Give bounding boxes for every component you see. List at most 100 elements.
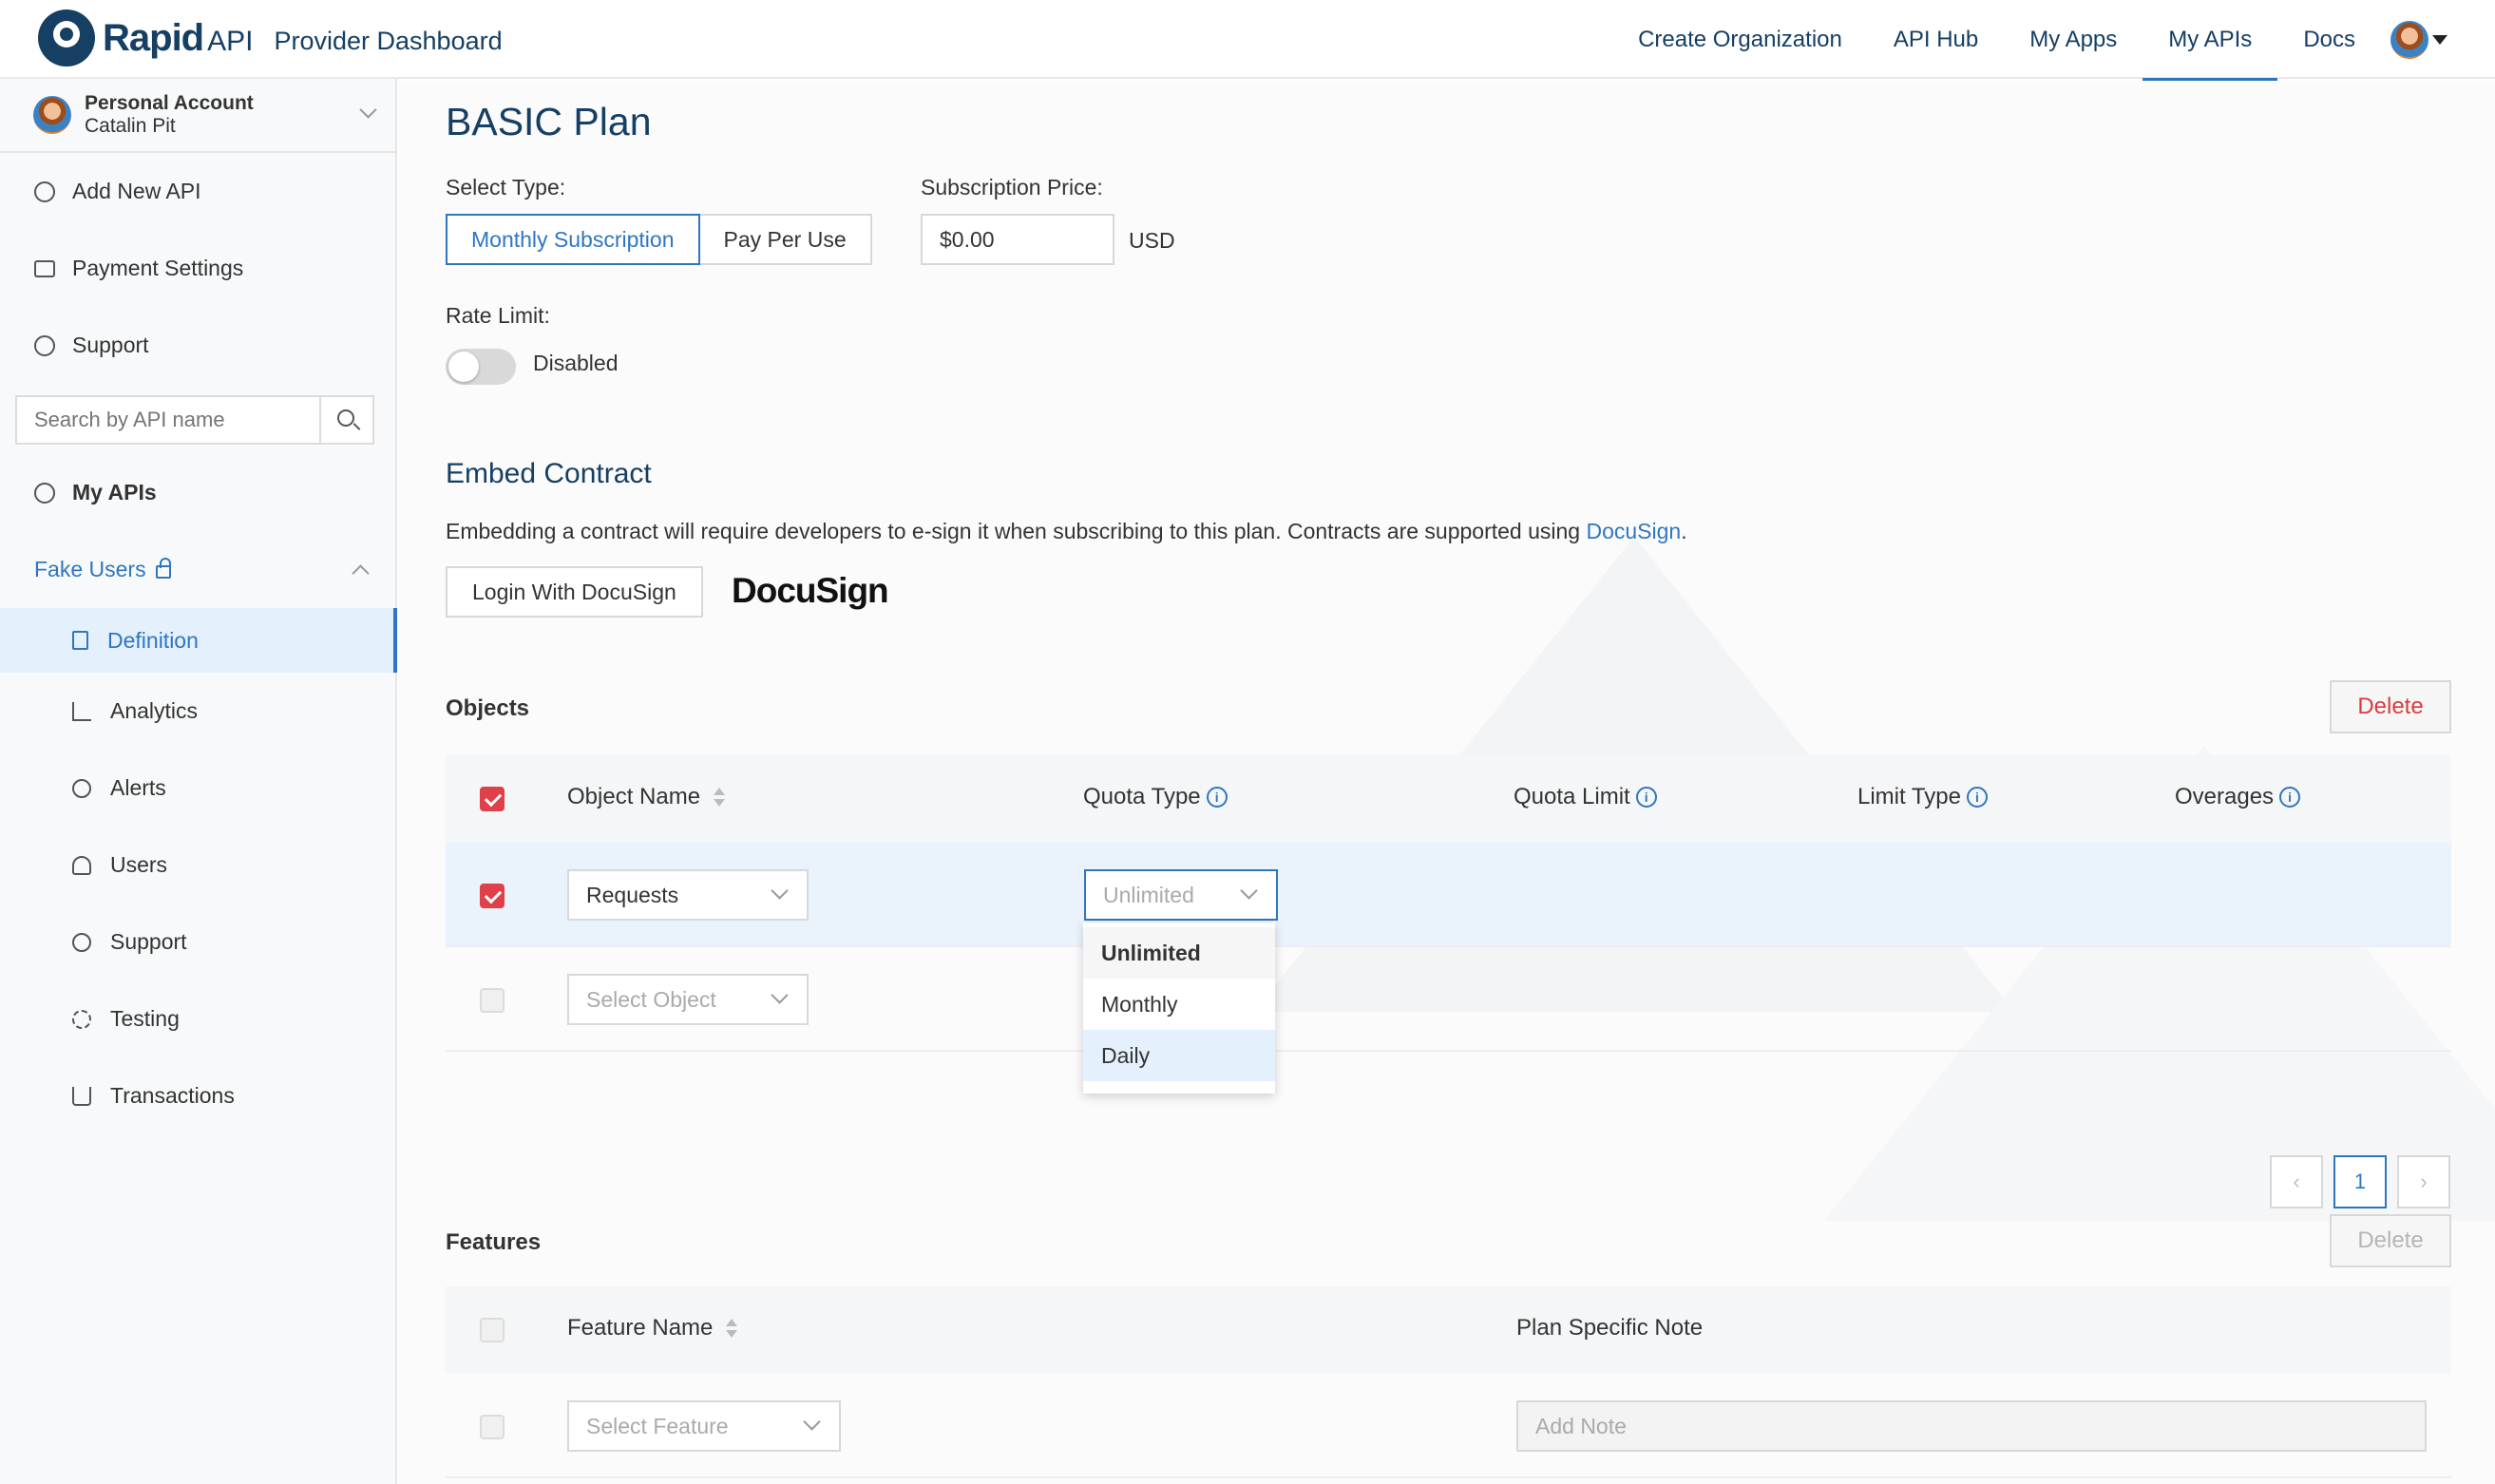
row-checkbox[interactable]	[480, 1415, 505, 1439]
col-quota-type: Quota Type i	[1083, 784, 1228, 810]
info-icon[interactable]: i	[1206, 787, 1228, 808]
col-limit-type: Limit Type i	[1857, 784, 1988, 810]
option-daily[interactable]: Daily	[1083, 1030, 1275, 1081]
plan-note-input[interactable]: Add Note	[1516, 1400, 2427, 1452]
account-switcher[interactable]: Personal Account Catalin Pit	[0, 79, 395, 153]
document-icon	[72, 631, 88, 650]
pay-per-use-button[interactable]: Pay Per Use	[699, 214, 872, 265]
sidebar-item-fake-users[interactable]: Fake Users	[0, 531, 395, 608]
option-monthly[interactable]: Monthly	[1083, 979, 1275, 1030]
features-title: Features	[446, 1229, 542, 1255]
chevron-down-icon	[771, 882, 789, 900]
embed-contract-title: Embed Contract	[446, 458, 652, 489]
objects-table-header: Object Name Quota Type i Quota Limit i Lim…	[446, 755, 2451, 843]
objects-delete-button[interactable]: Delete	[2330, 680, 2451, 733]
search-icon[interactable]	[319, 397, 372, 443]
price-label: Subscription Price:	[921, 175, 1103, 200]
nav-create-organization[interactable]: Create Organization	[1612, 0, 1868, 79]
docusign-link[interactable]: DocuSign	[1586, 519, 1681, 543]
table-row: Select Object	[446, 947, 2451, 1052]
page-title: BASIC Plan	[446, 100, 652, 143]
chevron-down-icon	[771, 986, 789, 1004]
col-quota-limit: Quota Limit i	[1514, 784, 1657, 810]
clock-icon	[72, 778, 91, 798]
select-all-checkbox[interactable]	[480, 787, 505, 811]
rapidapi-logo[interactable]: Rapid API Provider Dashboard	[38, 10, 503, 67]
nav-docs[interactable]: Docs	[2277, 0, 2381, 79]
top-nav: Create Organization API Hub My Apps My A…	[1612, 0, 2495, 81]
user-avatar[interactable]	[2390, 20, 2428, 59]
top-header: Rapid API Provider Dashboard Create Orga…	[0, 0, 2495, 81]
col-overages: Overages i	[2175, 784, 2301, 810]
features-table-header: Feature Name Plan Specific Note	[446, 1286, 2451, 1374]
object-select[interactable]: Select Object	[567, 974, 809, 1025]
features-delete-button[interactable]: Delete	[2330, 1214, 2451, 1267]
sidebar-item-support[interactable]: Support	[0, 307, 395, 384]
objects-table: Object Name Quota Type i Quota Limit i Lim…	[446, 755, 2451, 1052]
docusign-logo: DocuSign	[732, 571, 889, 610]
sort-icon[interactable]	[714, 786, 726, 809]
compass-icon	[34, 334, 55, 356]
sidebar-item-payment-settings[interactable]: Payment Settings	[0, 230, 395, 307]
col-object-name[interactable]: Object Name	[567, 784, 726, 810]
objects-title: Objects	[446, 695, 530, 721]
select-all-checkbox[interactable]	[480, 1318, 505, 1342]
table-row: Select Feature Add Note	[446, 1374, 2451, 1478]
info-icon[interactable]: i	[1635, 787, 1657, 808]
sidebar-item-analytics[interactable]: Analytics	[0, 673, 395, 750]
chevron-down-icon	[803, 1413, 821, 1431]
sidebar-item-support-sub[interactable]: Support	[0, 904, 395, 980]
price-input[interactable]: $0.00	[921, 214, 1114, 265]
plus-circle-icon	[34, 181, 55, 202]
logo-text: Rapid	[103, 16, 204, 59]
object-select[interactable]: Requests	[567, 869, 809, 921]
api-name: Fake Users	[34, 557, 146, 581]
row-checkbox[interactable]	[480, 884, 505, 908]
nav-api-hub[interactable]: API Hub	[1868, 0, 2004, 79]
chevron-up-icon[interactable]	[352, 564, 370, 582]
sidebar-item-alerts[interactable]: Alerts	[0, 750, 395, 827]
sidebar-item-users[interactable]: Users	[0, 827, 395, 904]
feature-select[interactable]: Select Feature	[567, 1400, 841, 1452]
rate-limit-toggle[interactable]	[446, 349, 516, 385]
octopus-logo-icon	[38, 10, 95, 67]
contract-description: Embedding a contract will require develo…	[446, 519, 1687, 543]
col-plan-specific-note: Plan Specific Note	[1516, 1315, 1704, 1341]
caret-down-icon[interactable]	[2432, 34, 2447, 45]
dashboard-title: Provider Dashboard	[274, 26, 503, 55]
select-type-label: Select Type:	[446, 175, 566, 200]
prev-page-button[interactable]: ‹	[2270, 1155, 2323, 1208]
monthly-subscription-button[interactable]: Monthly Subscription	[446, 214, 700, 265]
sidebar-item-my-apis[interactable]: My APIs	[0, 454, 395, 531]
nav-my-apis[interactable]: My APIs	[2143, 0, 2278, 81]
api-search	[15, 395, 374, 445]
page-button[interactable]: 1	[2333, 1155, 2387, 1208]
sidebar-item-definition[interactable]: Definition	[0, 608, 397, 673]
option-unlimited[interactable]: Unlimited	[1083, 927, 1275, 979]
logo-api-text: API	[207, 26, 254, 57]
api-search-input[interactable]	[17, 397, 319, 443]
chevron-down-icon	[1240, 882, 1258, 900]
main-content: BASIC Plan Select Type: Monthly Subscrip…	[399, 81, 2495, 1484]
account-name: Catalin Pit	[85, 115, 176, 137]
info-icon[interactable]: i	[2279, 787, 2301, 808]
login-docusign-button[interactable]: Login With DocuSign	[446, 566, 703, 618]
nav-my-apps[interactable]: My Apps	[2004, 0, 2143, 79]
bar-chart-icon	[72, 701, 91, 721]
check-circle-icon	[34, 482, 55, 504]
account-type: Personal Account	[85, 92, 254, 114]
row-checkbox[interactable]	[480, 988, 505, 1013]
next-page-button[interactable]: ›	[2397, 1155, 2450, 1208]
type-selector: Monthly Subscription Pay Per Use	[446, 214, 872, 265]
features-table: Feature Name Plan Specific Note Select F…	[446, 1286, 2451, 1478]
rate-limit-state: Disabled	[533, 351, 619, 375]
col-feature-name[interactable]: Feature Name	[567, 1315, 738, 1341]
info-icon[interactable]: i	[1966, 787, 1988, 808]
sidebar-item-testing[interactable]: Testing	[0, 980, 395, 1057]
sidebar-item-transactions[interactable]: Transactions	[0, 1057, 395, 1134]
quota-type-select[interactable]: Unlimited	[1084, 869, 1278, 921]
sidebar-item-add-new-api[interactable]: Add New API	[0, 153, 395, 230]
rate-limit-label: Rate Limit:	[446, 303, 550, 328]
sort-icon[interactable]	[726, 1317, 738, 1340]
testing-icon	[72, 1009, 91, 1029]
